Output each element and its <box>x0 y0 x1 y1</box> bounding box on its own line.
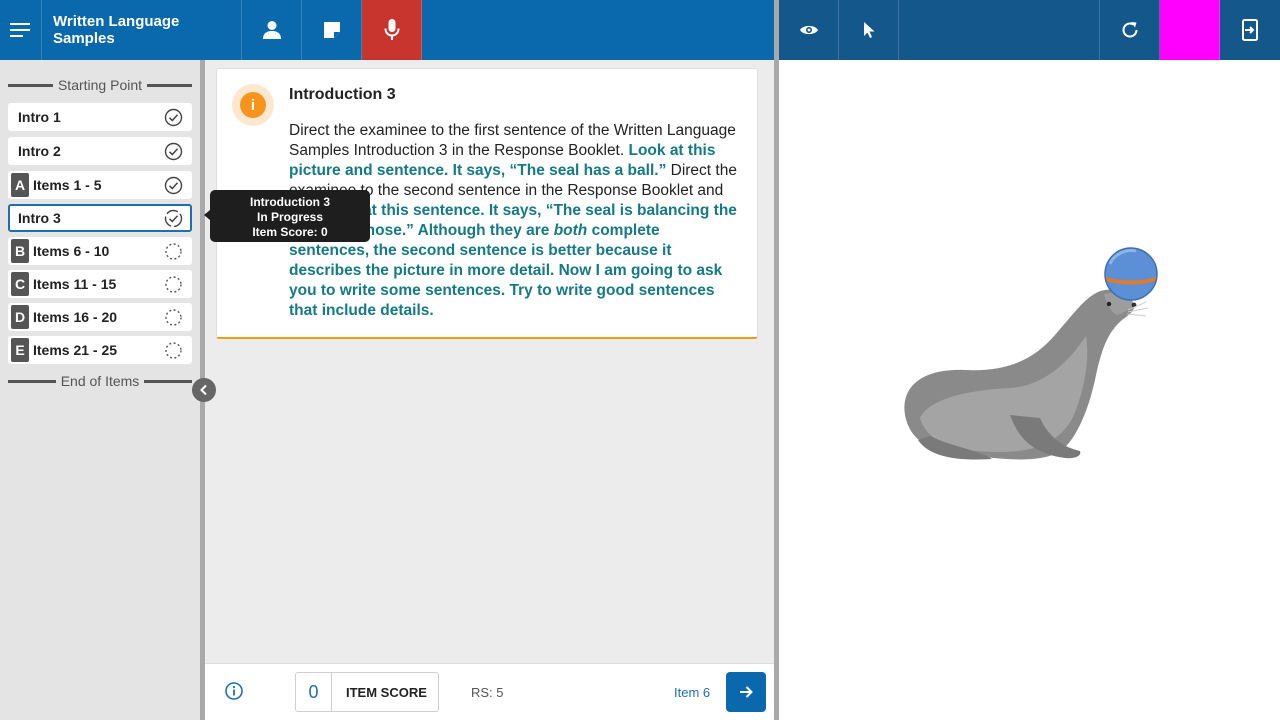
in-progress-icon <box>163 208 183 228</box>
check-circle-icon <box>163 141 183 161</box>
raw-score: RS: 5 <box>471 685 504 700</box>
sidebar-item-b[interactable]: B Items 6 - 10 <box>8 237 192 265</box>
magenta-button[interactable] <box>1160 0 1220 60</box>
section-badge: A <box>11 173 29 197</box>
tooltip-status: In Progress <box>256 210 324 224</box>
notes-button[interactable] <box>302 0 362 60</box>
pane-divider[interactable] <box>774 0 779 720</box>
sidebar-item-label: Intro 2 <box>18 143 61 159</box>
sidebar-item-label: Items 11 - 15 <box>33 276 117 292</box>
sidebar-item-intro-1[interactable]: Intro 1 <box>8 103 192 131</box>
check-circle-icon <box>163 175 183 195</box>
card-title: Introduction 3 <box>289 86 396 103</box>
dashed-circle-icon <box>163 274 183 294</box>
collapse-sidebar-button[interactable] <box>192 378 216 402</box>
tooltip-title: Introduction 3 <box>250 195 330 209</box>
person-icon <box>262 21 281 39</box>
section-badge: D <box>11 305 29 329</box>
sidebar-item-label: Intro 1 <box>18 109 61 125</box>
microphone-button[interactable] <box>362 0 422 60</box>
item-score-value[interactable]: 0 <box>296 673 332 711</box>
check-circle-icon <box>163 107 183 127</box>
dashed-circle-icon <box>163 340 183 360</box>
tooltip-score: Item Score: 0 <box>252 225 328 239</box>
app-title: Written Language Samples <box>42 0 242 60</box>
menu-icon <box>9 23 30 37</box>
stimulus-toolbar <box>779 0 1280 60</box>
dashed-circle-icon <box>163 241 183 261</box>
top-bar: Written Language Samples <box>0 0 774 60</box>
sidebar-item-label: Items 6 - 10 <box>33 243 110 259</box>
toolbar-spacer <box>899 0 1100 60</box>
arrow-right-icon <box>740 686 753 698</box>
status-tooltip: Introduction 3 In Progress Item Score: 0 <box>210 190 370 242</box>
end-of-items-label: End of Items <box>8 371 192 391</box>
pointer-icon <box>863 22 874 38</box>
info-outline-icon <box>225 682 243 700</box>
microphone-icon <box>384 19 399 40</box>
sidebar-item-label: Intro 3 <box>18 210 61 226</box>
sidebar-item-intro-2[interactable]: Intro 2 <box>8 137 192 165</box>
view-button[interactable] <box>779 0 839 60</box>
sidebar-item-label: Items 21 - 25 <box>33 342 118 358</box>
menu-button[interactable] <box>0 0 42 60</box>
section-badge: E <box>11 338 29 362</box>
eye-icon <box>799 25 818 35</box>
sidebar-item-c[interactable]: C Items 11 - 15 <box>8 270 192 298</box>
sidebar-item-e[interactable]: E Items 21 - 25 <box>8 336 192 364</box>
seal-with-ball-image <box>904 247 1158 460</box>
sidebar-item-intro-3[interactable]: Intro 3 <box>8 204 192 232</box>
section-badge: C <box>11 272 29 296</box>
pointer-button[interactable] <box>839 0 899 60</box>
sidebar-item-label: Items 1 - 5 <box>33 177 102 193</box>
refresh-icon <box>1122 22 1137 38</box>
next-button[interactable] <box>726 672 766 712</box>
starting-point-label: Starting Point <box>8 75 192 95</box>
item-score-label: ITEM SCORE <box>346 684 427 700</box>
info-button[interactable] <box>224 681 244 701</box>
sidebar-item-label: Items 16 - 20 <box>33 309 118 325</box>
dashed-circle-icon <box>163 307 183 327</box>
info-icon: i <box>240 92 266 118</box>
exit-icon <box>1242 19 1258 41</box>
refresh-button[interactable] <box>1100 0 1160 60</box>
sidebar-item-d[interactable]: D Items 16 - 20 <box>8 303 192 331</box>
examinee-button[interactable] <box>242 0 302 60</box>
exit-button[interactable] <box>1220 0 1280 60</box>
chevron-left-icon <box>200 384 207 396</box>
info-badge: i <box>232 84 274 126</box>
item-score-box[interactable]: 0 ITEM SCORE <box>295 672 439 712</box>
sidebar-item-a[interactable]: A Items 1 - 5 <box>8 171 192 199</box>
script-emphasis: both <box>553 222 588 239</box>
note-icon <box>323 22 340 38</box>
section-badge: B <box>11 239 29 263</box>
item-indicator: Item 6 <box>674 685 711 700</box>
